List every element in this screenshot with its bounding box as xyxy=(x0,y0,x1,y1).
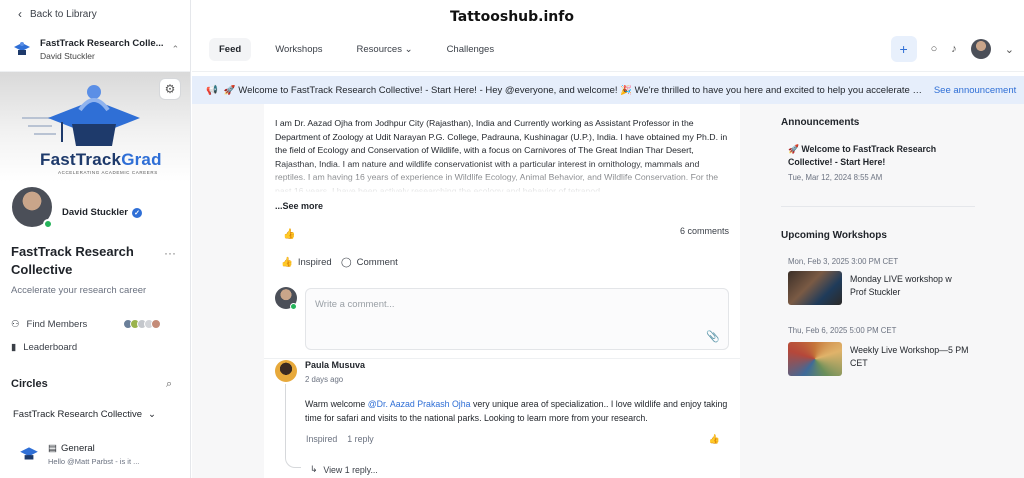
verified-badge-icon: ✓ xyxy=(132,207,142,218)
megaphone-icon: 📢 xyxy=(206,84,218,96)
chevron-down-icon: ⌄ xyxy=(148,409,156,420)
sidebar: ‹ Back to Library FastTrack Research Col… xyxy=(0,0,191,478)
tab-feed[interactable]: Feed xyxy=(209,38,252,61)
find-members-link[interactable]: ⚇ Find Members xyxy=(11,319,87,330)
watermark-text: Tattooshub.info xyxy=(450,9,574,25)
community-banner: FastTrackGrad ACCELERATING ACADEMIC CARE… xyxy=(0,72,190,182)
chevron-down-icon[interactable]: ⌄ xyxy=(1005,43,1014,56)
online-status-dot xyxy=(290,303,297,310)
chat-bubble-icon[interactable]: ○ xyxy=(931,43,938,55)
thumbs-up-icon: 👍 xyxy=(281,257,293,268)
workshop-date: Mon, Feb 3, 2025 3:00 PM CET xyxy=(788,257,899,266)
announcements-heading: Announcements xyxy=(781,117,860,128)
collective-title: FastTrack Research Collective xyxy=(11,244,134,277)
circle-preview: Hello @Matt Parbst - is it ... xyxy=(48,457,140,466)
chat-icon: ▤ xyxy=(48,443,57,454)
comment-input[interactable]: Write a comment... 📎 xyxy=(305,288,729,350)
banner-tagline: ACCELERATING ACADEMIC CAREERS xyxy=(58,170,158,175)
comment-author[interactable]: Paula Musuva xyxy=(305,360,365,370)
tab-resources[interactable]: Resources ⌄ xyxy=(347,38,423,61)
announcement-item[interactable]: 🚀 Welcome to FastTrack Research Collecti… xyxy=(788,143,968,182)
circles-heading: Circles xyxy=(11,378,48,390)
comment-time: 2 days ago xyxy=(305,375,344,384)
see-more-link[interactable]: ...See more xyxy=(275,201,323,211)
community-switcher[interactable]: FastTrack Research Colle... David Stuckl… xyxy=(0,28,190,72)
view-replies-link[interactable]: ↳ View 1 reply... xyxy=(310,464,378,475)
announcement-date: Tue, Mar 12, 2024 8:55 AM xyxy=(788,173,883,182)
comment-inspired-button[interactable]: Inspired xyxy=(306,434,337,444)
chevron-up-icon: ⌃ xyxy=(171,44,180,54)
bell-icon[interactable]: ♪ xyxy=(951,43,957,55)
announcement-bar: 📢 🚀 Welcome to FastTrack Research Collec… xyxy=(192,76,1024,104)
bar-chart-icon: ▮ xyxy=(11,342,17,353)
workshops-heading: Upcoming Workshops xyxy=(781,230,887,241)
comment-placeholder: Write a comment... xyxy=(315,299,395,310)
workshop-title[interactable]: Monday LIVE workshop w Prof Stuckler xyxy=(850,273,970,298)
comment-reaction-icon[interactable]: 👍 xyxy=(709,434,720,445)
search-icon[interactable]: ⌕ xyxy=(166,378,172,391)
circle-logo-icon xyxy=(18,443,40,465)
online-status-dot xyxy=(43,219,53,229)
community-user: David Stuckler xyxy=(40,51,95,61)
reply-arrow-icon: ↳ xyxy=(310,464,318,474)
more-options-icon[interactable]: ··· xyxy=(164,246,176,260)
workshop-date: Thu, Feb 6, 2025 5:00 PM CET xyxy=(788,326,897,335)
circle-title: General xyxy=(60,443,95,454)
comment-button[interactable]: ◯ Comment xyxy=(341,257,398,268)
community-name: FastTrack Research Colle... xyxy=(40,38,164,49)
collective-tagline: Accelerate your research career xyxy=(11,285,147,296)
announcement-title: 🚀 Welcome to FastTrack Research Collecti… xyxy=(788,144,937,167)
comment-body: Warm welcome @Dr. Aazad Prakash Ojha ver… xyxy=(305,399,728,423)
user-avatar[interactable] xyxy=(970,39,991,59)
comment-count[interactable]: 6 comments xyxy=(680,226,729,236)
top-navigation: Feed Workshops Resources ⌄ Challenges + … xyxy=(192,28,1024,72)
graduation-cap-icon xyxy=(22,85,140,146)
see-announcement-link[interactable]: See announcement xyxy=(934,85,1016,96)
circle-group-dropdown[interactable]: FastTrack Research Collective ⌄ xyxy=(13,409,156,420)
settings-gear-icon[interactable]: ⚙ xyxy=(159,78,181,100)
comment-bubble-icon: ◯ xyxy=(341,257,352,268)
comment-reply-button[interactable]: 1 reply xyxy=(347,434,373,444)
member-avatars xyxy=(123,319,161,329)
mention-link[interactable]: @Dr. Aazad Prakash Ojha xyxy=(368,399,471,409)
workshop-thumbnail[interactable] xyxy=(788,342,842,376)
thread-line xyxy=(285,384,301,468)
create-plus-button[interactable]: + xyxy=(890,36,917,62)
banner-logo-text: FastTrackGrad xyxy=(40,150,162,169)
paperclip-icon[interactable]: 📎 xyxy=(706,330,720,343)
community-logo-icon xyxy=(12,38,32,61)
inspired-button[interactable]: 👍 Inspired xyxy=(281,257,332,268)
profile-name[interactable]: David Stuckler ✓ xyxy=(62,207,142,218)
tab-workshops[interactable]: Workshops xyxy=(265,38,332,61)
workshop-thumbnail[interactable] xyxy=(788,271,842,305)
tab-challenges[interactable]: Challenges xyxy=(437,38,505,61)
announcement-text: 🚀 Welcome to FastTrack Research Collecti… xyxy=(223,84,924,96)
reaction-thumbs-up-icon[interactable]: 👍 xyxy=(283,229,295,240)
circle-item-general[interactable]: ▤ General Hello @Matt Parbst - is it ... xyxy=(18,443,139,466)
feed-post: I am Dr. Aazad Ojha from Jodhpur City (R… xyxy=(264,104,740,478)
leaderboard-link[interactable]: ▮ Leaderboard xyxy=(11,342,77,353)
chevron-down-icon: ⌄ xyxy=(404,44,413,55)
workshop-title[interactable]: Weekly Live Workshop—5 PM CET xyxy=(850,344,970,369)
comment-author-avatar[interactable] xyxy=(275,360,297,382)
user-icon: ⚇ xyxy=(11,319,20,330)
